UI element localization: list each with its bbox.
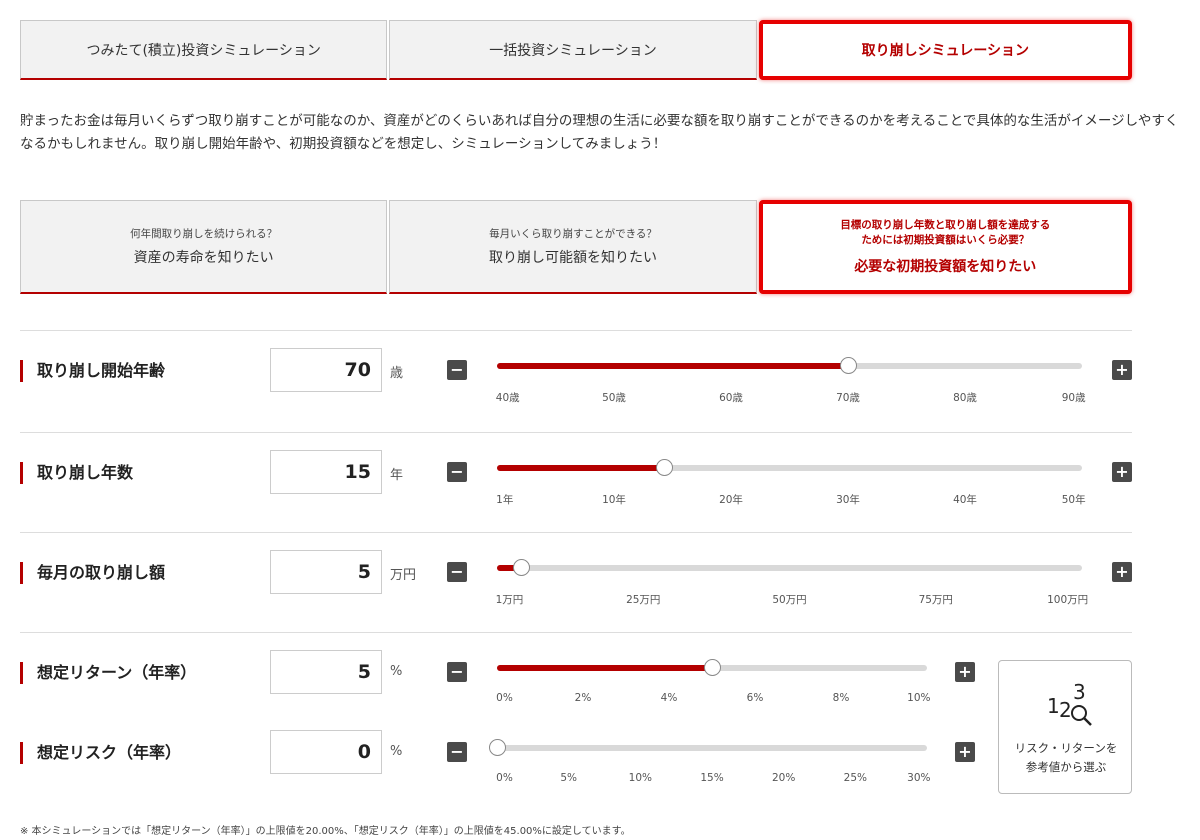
- slider-handle[interactable]: [704, 659, 721, 676]
- main-tabs: つみたて(積立)投資シミュレーション 一括投資シミュレーション 取り崩しシミュレ…: [20, 20, 1132, 80]
- tick-label: 50万円: [772, 594, 807, 606]
- tab-lump-sum[interactable]: 一括投資シミュレーション: [389, 20, 757, 80]
- tick-label: 10%: [628, 772, 652, 784]
- years-plus-button[interactable]: +: [1112, 462, 1132, 482]
- tick-label: 4%: [660, 692, 678, 704]
- divider: [20, 432, 1132, 433]
- risk-plus-button[interactable]: +: [955, 742, 975, 762]
- tick-label: 15%: [700, 772, 724, 784]
- return-unit: %: [390, 664, 403, 679]
- risk-slider[interactable]: [489, 739, 927, 756]
- reference-label: リスク・リターンを 参考値から選ぶ: [999, 739, 1133, 777]
- reference-line-1: リスク・リターンを: [1014, 741, 1118, 755]
- tick-label: 20%: [771, 772, 796, 784]
- tick-label: 20年: [719, 494, 743, 506]
- monthly-label: 毎月の取り崩し額: [20, 562, 165, 584]
- tick-label: 30年: [836, 494, 860, 506]
- mode-question: 何年間取り崩しを続けられる？: [130, 228, 278, 240]
- mode-question: 目標の取り崩し年数と取り崩し額を達成する ためには初期投資額はいくら必要？: [840, 219, 1051, 246]
- start-age-minus-button[interactable]: −: [447, 360, 467, 380]
- tick-label: 70歳: [836, 392, 860, 404]
- mode-answer: 取り崩し可能額を知りたい: [488, 250, 657, 266]
- reference-line-2: 参考値から選ぶ: [1025, 760, 1107, 774]
- magnifier-123-icon: 1 2 3: [1047, 680, 1092, 726]
- years-input[interactable]: 15: [270, 450, 382, 494]
- tick-label: 75万円: [918, 594, 953, 606]
- tick-label: 5%: [560, 772, 577, 784]
- divider: [20, 330, 1132, 331]
- monthly-unit: 万円: [390, 568, 417, 583]
- return-label: 想定リターン（年率）: [20, 662, 196, 684]
- return-slider[interactable]: [497, 659, 927, 676]
- tick-label: 10%: [907, 692, 931, 704]
- monthly-input[interactable]: 5: [270, 550, 382, 594]
- risk-minus-button[interactable]: −: [447, 742, 467, 762]
- tab-withdrawal[interactable]: 取り崩しシミュレーション: [758, 20, 1132, 80]
- tick-label: 90歳: [1061, 392, 1086, 404]
- tick-label: 8%: [832, 692, 850, 704]
- tick-label: 40歳: [495, 392, 520, 404]
- tick-label: 100万円: [1047, 594, 1089, 606]
- tick-label: 6%: [746, 692, 764, 704]
- tick-label: 0%: [496, 772, 513, 784]
- tick-label: 2%: [574, 692, 592, 704]
- risk-label: 想定リスク（年率）: [20, 742, 181, 764]
- tick-label: 50歳: [602, 392, 626, 404]
- tick-label: 40年: [953, 494, 977, 506]
- divider: [20, 632, 1132, 633]
- reference-values-button[interactable]: 1 2 3 リスク・リターンを 参考値から選ぶ: [998, 660, 1132, 794]
- tick-label: 1万円: [495, 594, 524, 606]
- tick-label: 1年: [496, 494, 514, 506]
- mode-tabs: 何年間取り崩しを続けられる？ 資産の寿命を知りたい 毎月いくら取り崩すことができ…: [20, 200, 1132, 294]
- mode-answer: 資産の寿命を知りたい: [133, 250, 274, 266]
- svg-text:1: 1: [1047, 694, 1060, 718]
- slider-fill: [497, 465, 665, 471]
- years-label: 取り崩し年数: [20, 462, 133, 484]
- tab-tsumitate[interactable]: つみたて(積立)投資シミュレーション: [20, 20, 388, 80]
- tick-label: 30%: [907, 772, 931, 784]
- start-age-slider[interactable]: [497, 357, 1082, 374]
- mode-tab-initial-investment[interactable]: 目標の取り崩し年数と取り崩し額を達成する ためには初期投資額はいくら必要？ 必要…: [758, 200, 1132, 294]
- risk-unit: %: [390, 744, 403, 759]
- footnote: ※ 本シミュレーションでは「想定リターン（年率）」の上限値を20.00%、「想定…: [20, 826, 631, 837]
- tick-label: 0%: [496, 692, 513, 704]
- svg-text:3: 3: [1073, 680, 1086, 704]
- return-plus-button[interactable]: +: [955, 662, 975, 682]
- svg-text:2: 2: [1059, 698, 1072, 722]
- mode-question: 毎月いくら取り崩すことができる？: [489, 228, 657, 240]
- tick-label: 80歳: [953, 392, 977, 404]
- intro-text: 貯まったお金は毎月いくらずつ取り崩すことが可能なのか、資産がどのくらいあれば自分…: [20, 113, 1179, 152]
- monthly-plus-button[interactable]: +: [1112, 562, 1132, 582]
- mode-tab-asset-lifespan[interactable]: 何年間取り崩しを続けられる？ 資産の寿命を知りたい: [20, 200, 388, 294]
- tick-label: 25%: [843, 772, 867, 784]
- tick-label: 25万円: [626, 594, 661, 606]
- start-age-input[interactable]: 70: [270, 348, 382, 392]
- slider-handle[interactable]: [656, 459, 674, 476]
- start-age-label: 取り崩し開始年齢: [20, 360, 165, 382]
- mode-tab-withdrawable-amount[interactable]: 毎月いくら取り崩すことができる？ 取り崩し可能額を知りたい: [389, 200, 757, 294]
- slider-fill: [497, 363, 848, 369]
- start-age-unit: 歳: [390, 366, 404, 381]
- mode-answer: 必要な初期投資額を知りたい: [854, 259, 1037, 275]
- return-input[interactable]: 5: [270, 650, 382, 694]
- tick-label: 10年: [602, 494, 626, 506]
- tick-label: 50年: [1061, 494, 1086, 506]
- tick-label: 60歳: [719, 392, 743, 404]
- slider-handle[interactable]: [512, 559, 530, 576]
- years-minus-button[interactable]: −: [447, 462, 467, 482]
- monthly-minus-button[interactable]: −: [447, 562, 467, 582]
- years-slider[interactable]: [497, 459, 1082, 476]
- start-age-plus-button[interactable]: +: [1112, 360, 1132, 380]
- risk-input[interactable]: 0: [270, 730, 382, 774]
- slider-handle[interactable]: [840, 357, 857, 374]
- return-minus-button[interactable]: −: [447, 662, 467, 682]
- slider-handle[interactable]: [489, 739, 506, 756]
- slider-fill: [497, 665, 712, 671]
- monthly-slider[interactable]: [497, 559, 1082, 576]
- divider: [20, 532, 1132, 533]
- years-unit: 年: [390, 468, 404, 483]
